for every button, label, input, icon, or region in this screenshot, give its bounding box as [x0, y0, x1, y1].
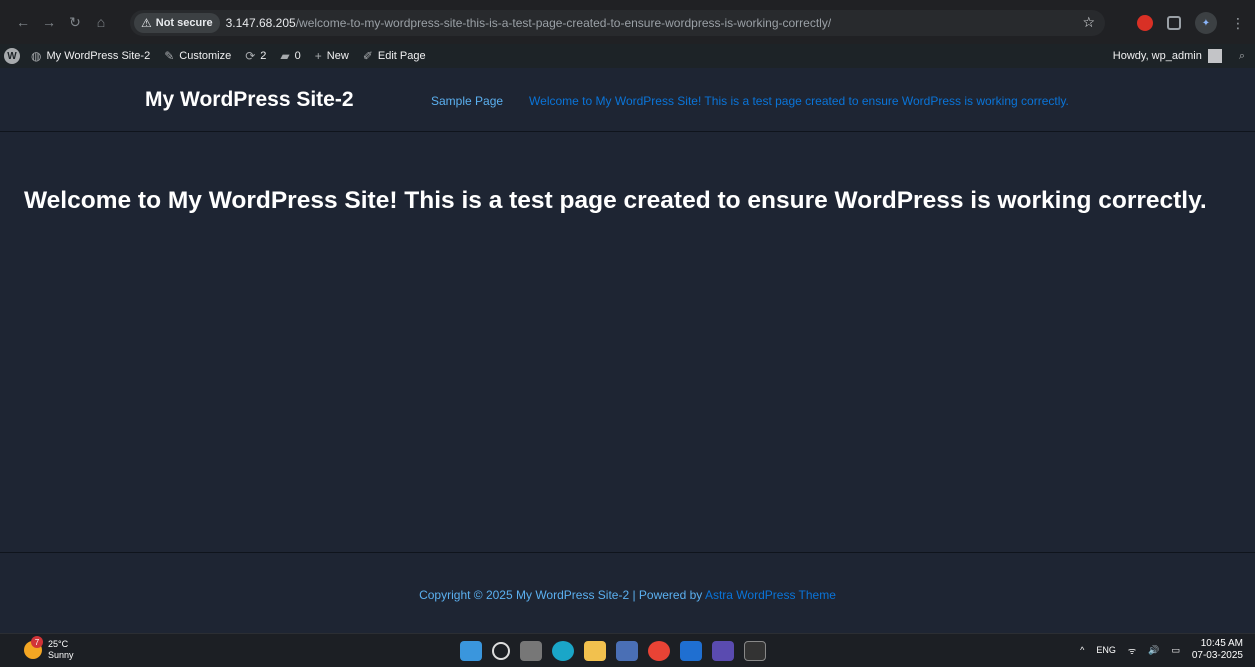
comment-icon: ▰ — [280, 49, 290, 63]
menu-item-welcome-page[interactable]: Welcome to My WordPress Site! This is a … — [529, 94, 1069, 108]
url-path: /welcome-to-my-wordpress-site-this-is-a-… — [295, 16, 832, 30]
astra-theme-link[interactable]: Astra WordPress Theme — [705, 588, 836, 602]
language-indicator[interactable]: ENG — [1096, 645, 1116, 655]
address-bar[interactable]: ⚠ Not secure 3.147.68.205/welcome-to-my-… — [130, 10, 1105, 36]
search-taskbar-icon[interactable] — [492, 642, 510, 660]
site-title[interactable]: My WordPress Site-2 — [145, 88, 354, 112]
admin-bar-updates[interactable]: ⟳ 2 — [238, 44, 273, 68]
taskbar-apps — [460, 641, 766, 661]
user-avatar-icon — [1207, 49, 1222, 63]
page-title: Welcome to My WordPress Site! This is a … — [24, 187, 1207, 214]
admin-bar-site-name[interactable]: ◍ My WordPress Site-2 — [24, 44, 157, 68]
task-view-icon[interactable] — [520, 641, 542, 661]
brush-icon: ✎ — [164, 49, 175, 63]
forward-icon[interactable]: → — [38, 11, 60, 33]
site-footer: Copyright © 2025 My WordPress Site-2 | P… — [0, 552, 1255, 633]
url-host: 3.147.68.205 — [225, 16, 296, 30]
back-icon[interactable]: ← — [12, 11, 34, 33]
taskbar: 7 25°C Sunny ^ ENG ᯤ 🔊 ▭ 10:45 AM 07-03-… — [0, 633, 1255, 667]
windows-start-icon[interactable] — [460, 641, 482, 661]
extensions-puzzle-icon[interactable] — [1167, 16, 1181, 30]
terminal-icon[interactable] — [744, 641, 766, 661]
reload-icon[interactable]: ↻ — [64, 11, 86, 33]
wifi-icon[interactable]: ᯤ — [1128, 644, 1136, 657]
profile-avatar-icon[interactable]: ✦ — [1195, 12, 1217, 34]
admin-bar-edit-page[interactable]: ✐ Edit Page — [356, 44, 433, 68]
clock-time: 10:45 AM — [1200, 638, 1243, 649]
bookmark-star-icon[interactable]: ☆ — [1082, 14, 1095, 31]
warning-icon: ⚠ — [141, 16, 152, 30]
updates-icon: ⟳ — [245, 49, 256, 63]
dashboard-icon: ◍ — [31, 49, 42, 63]
primary-menu: Sample Page Welcome to My WordPress Site… — [431, 94, 1069, 108]
url-text[interactable]: 3.147.68.205/welcome-to-my-wordpress-sit… — [226, 16, 832, 30]
wordpress-logo-icon[interactable]: W — [4, 48, 20, 64]
plus-icon: + — [314, 49, 322, 63]
chevron-up-icon[interactable]: ^ — [1080, 645, 1084, 655]
admin-bar-account[interactable]: Howdy, wp_admin — [1106, 44, 1229, 68]
app-icon[interactable] — [680, 641, 702, 661]
home-icon[interactable]: ⌂ — [90, 11, 112, 33]
main-content: Welcome to My WordPress Site! This is a … — [0, 133, 1255, 552]
system-tray: ^ ENG ᯤ 🔊 ▭ 10:45 AM 07-03-2025 — [1080, 638, 1243, 662]
chrome-icon[interactable] — [648, 641, 670, 661]
weather-temp: 25°C — [48, 639, 69, 649]
menu-item-sample-page[interactable]: Sample Page — [431, 94, 503, 108]
extensions-area: ✦ ⋮ — [1137, 12, 1245, 34]
admin-bar-comments[interactable]: ▰ 0 — [273, 44, 307, 68]
footer-copyright: Copyright © 2025 My WordPress Site-2 | P… — [419, 588, 836, 602]
notification-badge: 7 — [31, 636, 43, 648]
store-icon[interactable] — [616, 641, 638, 661]
sun-icon: 7 — [24, 636, 43, 659]
security-label: Not secure — [155, 17, 213, 29]
battery-icon[interactable]: ▭ — [1171, 645, 1180, 656]
site-header: My WordPress Site-2 Sample Page Welcome … — [0, 68, 1255, 132]
search-icon[interactable]: ⌕ — [1229, 50, 1255, 63]
security-chip[interactable]: ⚠ Not secure — [134, 13, 220, 33]
clock-date: 07-03-2025 — [1191, 650, 1243, 661]
clock[interactable]: 10:45 AM 07-03-2025 — [1192, 638, 1243, 662]
wp-admin-bar: W ◍ My WordPress Site-2 ✎ Customize ⟳ 2 … — [0, 44, 1255, 68]
browser-toolbar: ← → ↻ ⌂ ⚠ Not secure 3.147.68.205/welcom… — [0, 0, 1255, 44]
volume-icon[interactable]: 🔊 — [1148, 645, 1159, 656]
weather-desc: Sunny — [48, 650, 74, 660]
admin-bar-new[interactable]: + New — [308, 44, 356, 68]
weather-widget[interactable]: 7 25°C Sunny — [24, 636, 74, 661]
browser-menu-icon[interactable]: ⋮ — [1231, 15, 1245, 32]
chrome-canary-icon[interactable] — [712, 641, 734, 661]
file-explorer-icon[interactable] — [584, 641, 606, 661]
admin-bar-customize[interactable]: ✎ Customize — [157, 44, 238, 68]
pencil-icon: ✐ — [362, 49, 373, 63]
extension-icon[interactable] — [1137, 15, 1153, 31]
edge-icon[interactable] — [552, 641, 574, 661]
